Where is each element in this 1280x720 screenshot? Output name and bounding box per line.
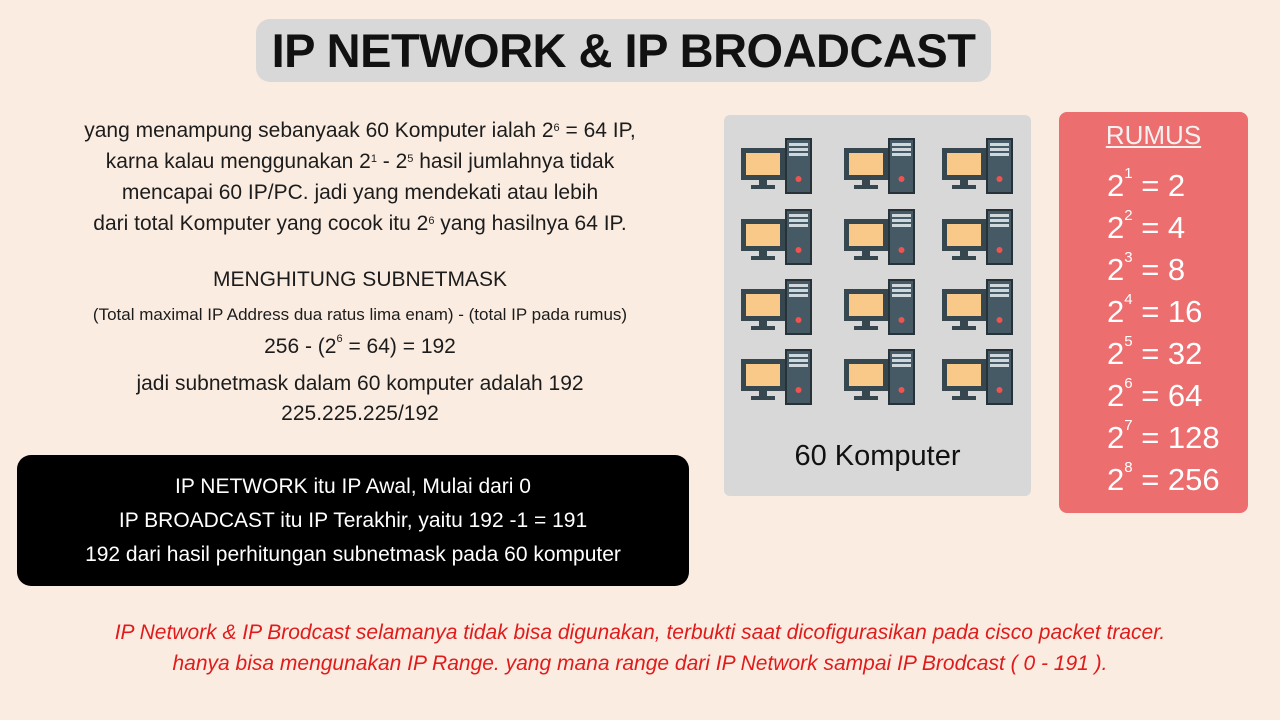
desktop-computer-icon (843, 137, 915, 195)
ip-network-line: IP NETWORK itu IP Awal, Mulai dari 0 (175, 474, 531, 498)
computers-panel: 60 Komputer (724, 115, 1031, 496)
rumus-panel: RUMUS 21 = 2 22 = 4 23 = 8 24 = 16 25 = 32 26… (1059, 112, 1248, 513)
desktop-computer-icon (941, 278, 1013, 336)
footer-note: IP Network & IP Brodcast selamanya tidak… (20, 617, 1260, 679)
desktop-computer-icon (740, 348, 812, 406)
intro-paragraph: yang menampung sebanyaak 60 Komputer ial… (20, 115, 700, 239)
desktop-computer-icon (740, 278, 812, 336)
page-title: IP NETWORK & IP BROADCAST (256, 19, 991, 82)
subnet-result: 256 - (26 = 64) = 192 (264, 333, 456, 358)
rumus-row: 27 = 128 (1107, 417, 1220, 455)
desktop-computer-icon (740, 137, 812, 195)
rumus-row: 28 = 256 (1107, 459, 1220, 497)
desktop-computer-icon (843, 348, 915, 406)
footer-note-line-1: IP Network & IP Brodcast selamanya tidak… (114, 621, 1166, 644)
ip-source-line: 192 dari hasil perhitungan subnetmask pa… (85, 542, 621, 566)
rumus-row: 26 = 64 (1107, 375, 1203, 413)
desktop-computer-icon (843, 278, 915, 336)
footer-note-line-2: hanya bisa mengunakan IP Range. yang man… (172, 652, 1108, 675)
rumus-row: 24 = 16 (1107, 291, 1203, 329)
ip-broadcast-line: IP BROADCAST itu IP Terakhir, yaitu 192 … (118, 508, 588, 532)
subnet-conclusion: jadi subnetmask dalam 60 komputer adalah… (136, 372, 584, 395)
subnet-title: MENGHITUNG SUBNETMASK (212, 268, 508, 291)
desktop-computer-icon (843, 208, 915, 266)
desktop-computer-icon (941, 137, 1013, 195)
rumus-row: 25 = 32 (1107, 333, 1203, 371)
desktop-computer-icon (941, 348, 1013, 406)
intro-line-2: karna kalau menggunakan 21 - 25 hasil ju… (105, 150, 615, 173)
desktop-computer-icon (941, 208, 1013, 266)
subnet-mask-value: 225.225.225/192 (281, 402, 439, 425)
desktop-computer-icon (740, 208, 812, 266)
rumus-row: 23 = 8 (1107, 249, 1186, 287)
intro-line-1: yang menampung sebanyaak 60 Komputer ial… (84, 119, 636, 142)
ip-info-box: IP NETWORK itu IP Awal, Mulai dari 0 IP … (17, 455, 689, 586)
intro-line-3: mencapai 60 IP/PC. jadi yang mendekati a… (121, 181, 599, 204)
intro-line-4: dari total Komputer yang cocok itu 26 ya… (93, 212, 627, 235)
rumus-title: RUMUS (1105, 120, 1202, 150)
rumus-row: 22 = 4 (1107, 207, 1186, 245)
computers-caption: 60 Komputer (794, 440, 961, 472)
rumus-row: 21 = 2 (1107, 165, 1186, 203)
subnet-formula: (Total maximal IP Address dua ratus lima… (92, 305, 628, 324)
